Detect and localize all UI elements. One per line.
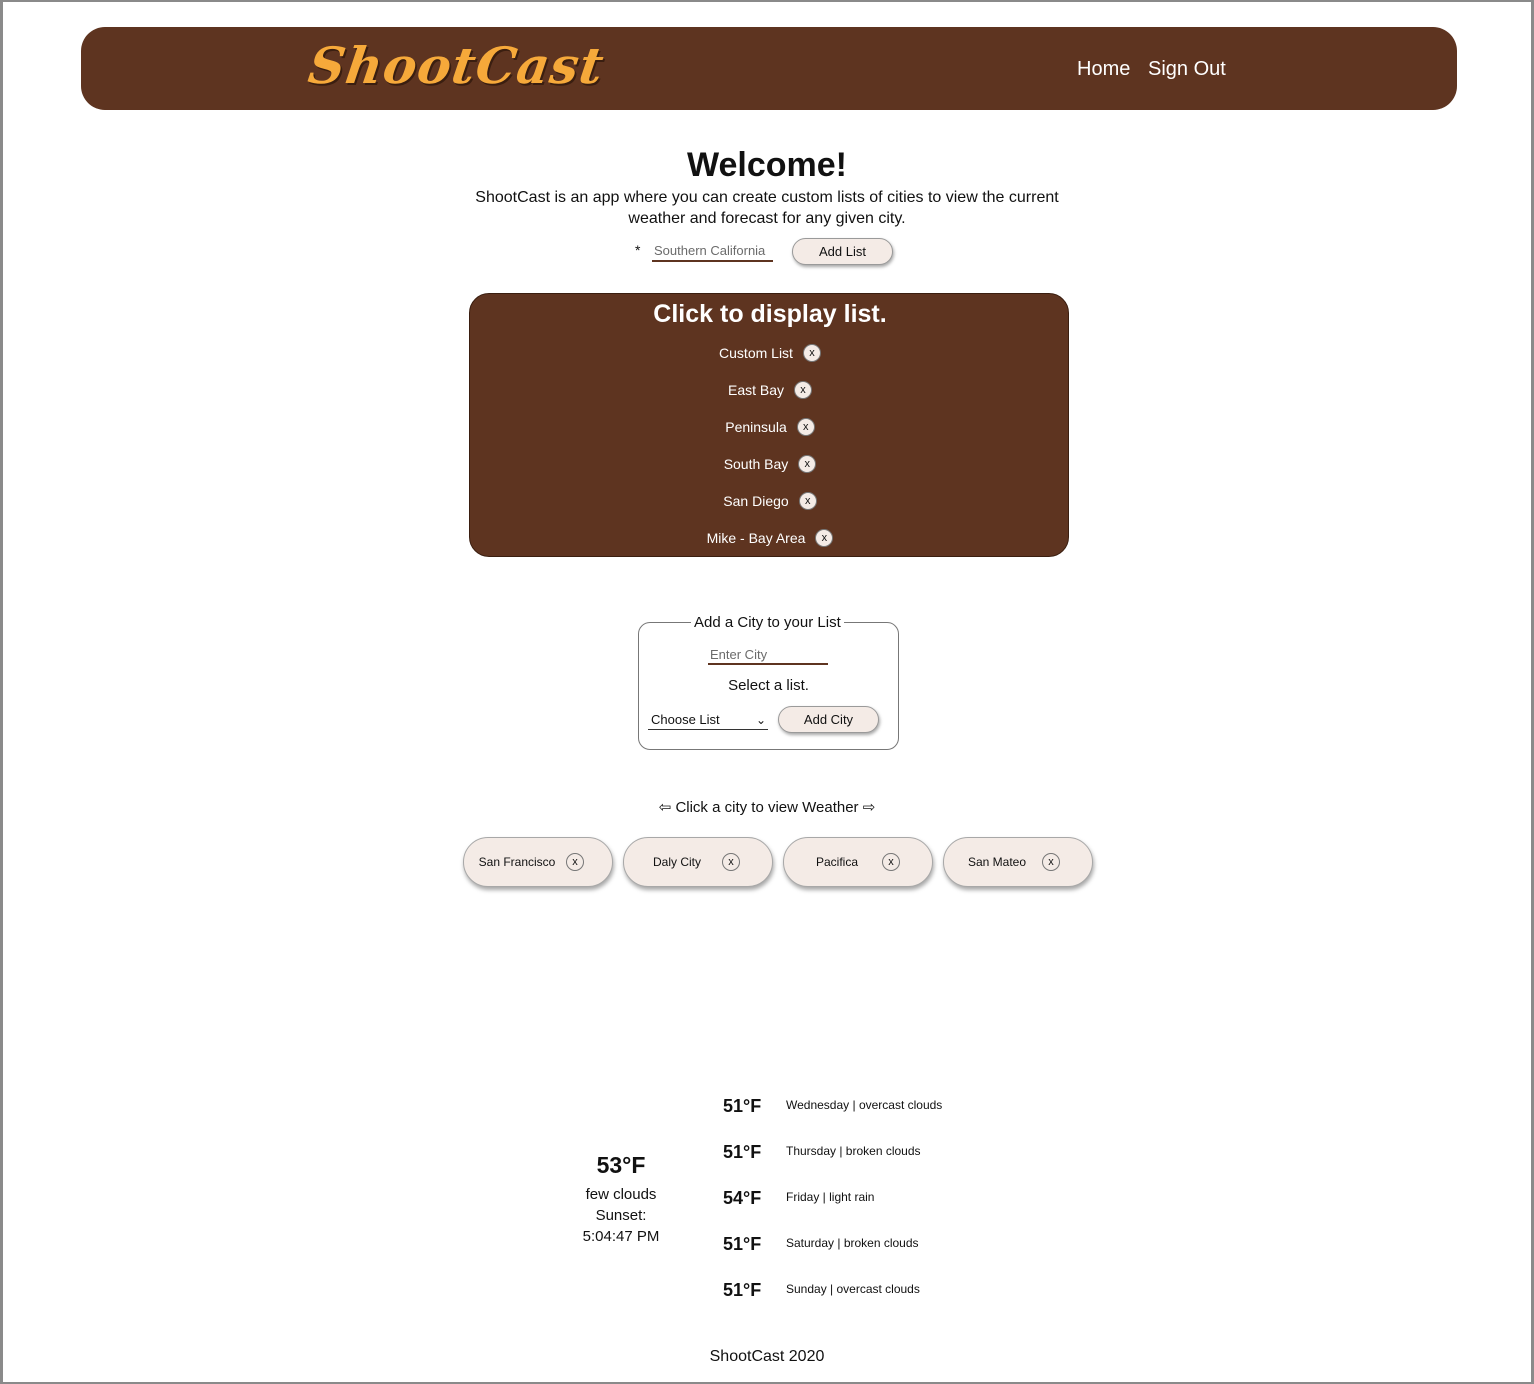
chevron-down-icon: ⌄ — [755, 713, 766, 727]
remove-city-button[interactable]: x — [1042, 853, 1060, 871]
city-chip-san-mateo[interactable]: San Mateo x — [943, 837, 1093, 887]
choose-list-select[interactable]: Choose List ⌄ — [648, 710, 768, 730]
city-chip-label: San Mateo — [967, 854, 1027, 869]
forecast-temp: 54°F — [723, 1188, 762, 1208]
remove-list-button[interactable]: x — [815, 529, 834, 547]
top-header: ShootCast Home Sign Out — [81, 27, 1457, 110]
choose-list-value: Choose List — [651, 712, 720, 727]
current-temperature: 53°F — [596, 1152, 646, 1178]
remove-list-button[interactable]: x — [802, 344, 821, 362]
city-chip-san-francisco[interactable]: San Francisco x — [463, 837, 613, 887]
sunset-label: Sunset: — [595, 1207, 647, 1224]
remove-list-button[interactable]: x — [794, 381, 813, 399]
add-list-button[interactable]: Add List — [792, 238, 893, 265]
list-name-input[interactable] — [652, 240, 773, 262]
list-item-label[interactable]: Peninsula — [725, 419, 787, 435]
forecast-temp: 51°F — [723, 1234, 762, 1254]
select-list-label: Select a list. — [728, 677, 809, 694]
remove-list-button[interactable]: x — [798, 492, 817, 510]
lists-panel: Click to display list. Custom List x Eas… — [469, 293, 1069, 557]
city-chip-label: San Francisco — [478, 854, 556, 869]
forecast-temp: 51°F — [723, 1142, 762, 1162]
list-item: South Bay x — [470, 452, 1070, 476]
lists-panel-title: Click to display list. — [653, 300, 887, 328]
current-condition-text: few clouds — [585, 1186, 657, 1203]
current-conditions: few clouds Sunset: 5:04:47 PM — [563, 1184, 679, 1247]
list-item-label[interactable]: South Bay — [724, 456, 789, 472]
remove-city-button[interactable]: x — [882, 853, 900, 871]
nav-home-link[interactable]: Home — [1077, 57, 1130, 81]
list-item: Mike - Bay Area x — [470, 526, 1070, 550]
add-city-button[interactable]: Add City — [778, 706, 879, 733]
remove-city-button[interactable]: x — [722, 853, 740, 871]
shootcast-logo[interactable]: ShootCast — [304, 33, 643, 99]
list-item: Peninsula x — [470, 415, 1070, 439]
forecast-desc: Thursday | broken clouds — [786, 1144, 921, 1158]
list-item: Custom List x — [470, 341, 1070, 365]
list-item-label[interactable]: San Diego — [723, 493, 788, 509]
forecast-desc: Sunday | overcast clouds — [786, 1282, 920, 1296]
list-item-label[interactable]: East Bay — [728, 382, 784, 398]
welcome-title: Welcome! — [687, 146, 847, 184]
forecast-temp: 51°F — [723, 1280, 762, 1300]
forecast-desc: Saturday | broken clouds — [786, 1236, 919, 1250]
city-chip-label: Pacifica — [815, 854, 859, 869]
nav-sign-out-link[interactable]: Sign Out — [1148, 57, 1226, 81]
city-hint-text: ⇦ Click a city to view Weather ⇨ — [658, 799, 876, 816]
city-chip-pacifica[interactable]: Pacifica x — [783, 837, 933, 887]
remove-list-button[interactable]: x — [796, 418, 815, 436]
forecast-desc: Friday | light rain — [786, 1190, 875, 1204]
remove-list-button[interactable]: x — [798, 455, 817, 473]
list-item: San Diego x — [470, 489, 1070, 513]
required-marker: * — [635, 242, 641, 258]
forecast-desc: Wednesday | overcast clouds — [786, 1098, 943, 1112]
city-chip-daly-city[interactable]: Daly City x — [623, 837, 773, 887]
city-chip-label: Daly City — [652, 854, 701, 869]
list-item: East Bay x — [470, 378, 1070, 402]
add-city-legend: Add a City to your List — [691, 613, 844, 633]
page-footer: ShootCast 2020 — [709, 1348, 825, 1365]
forecast-temp: 51°F — [723, 1096, 762, 1116]
list-item-label[interactable]: Custom List — [719, 345, 793, 361]
city-input[interactable] — [708, 645, 828, 665]
welcome-description: ShootCast is an app where you can create… — [475, 189, 1059, 227]
sunset-time: 5:04:47 PM — [582, 1228, 660, 1245]
list-item-label[interactable]: Mike - Bay Area — [707, 530, 806, 546]
remove-city-button[interactable]: x — [566, 853, 584, 871]
